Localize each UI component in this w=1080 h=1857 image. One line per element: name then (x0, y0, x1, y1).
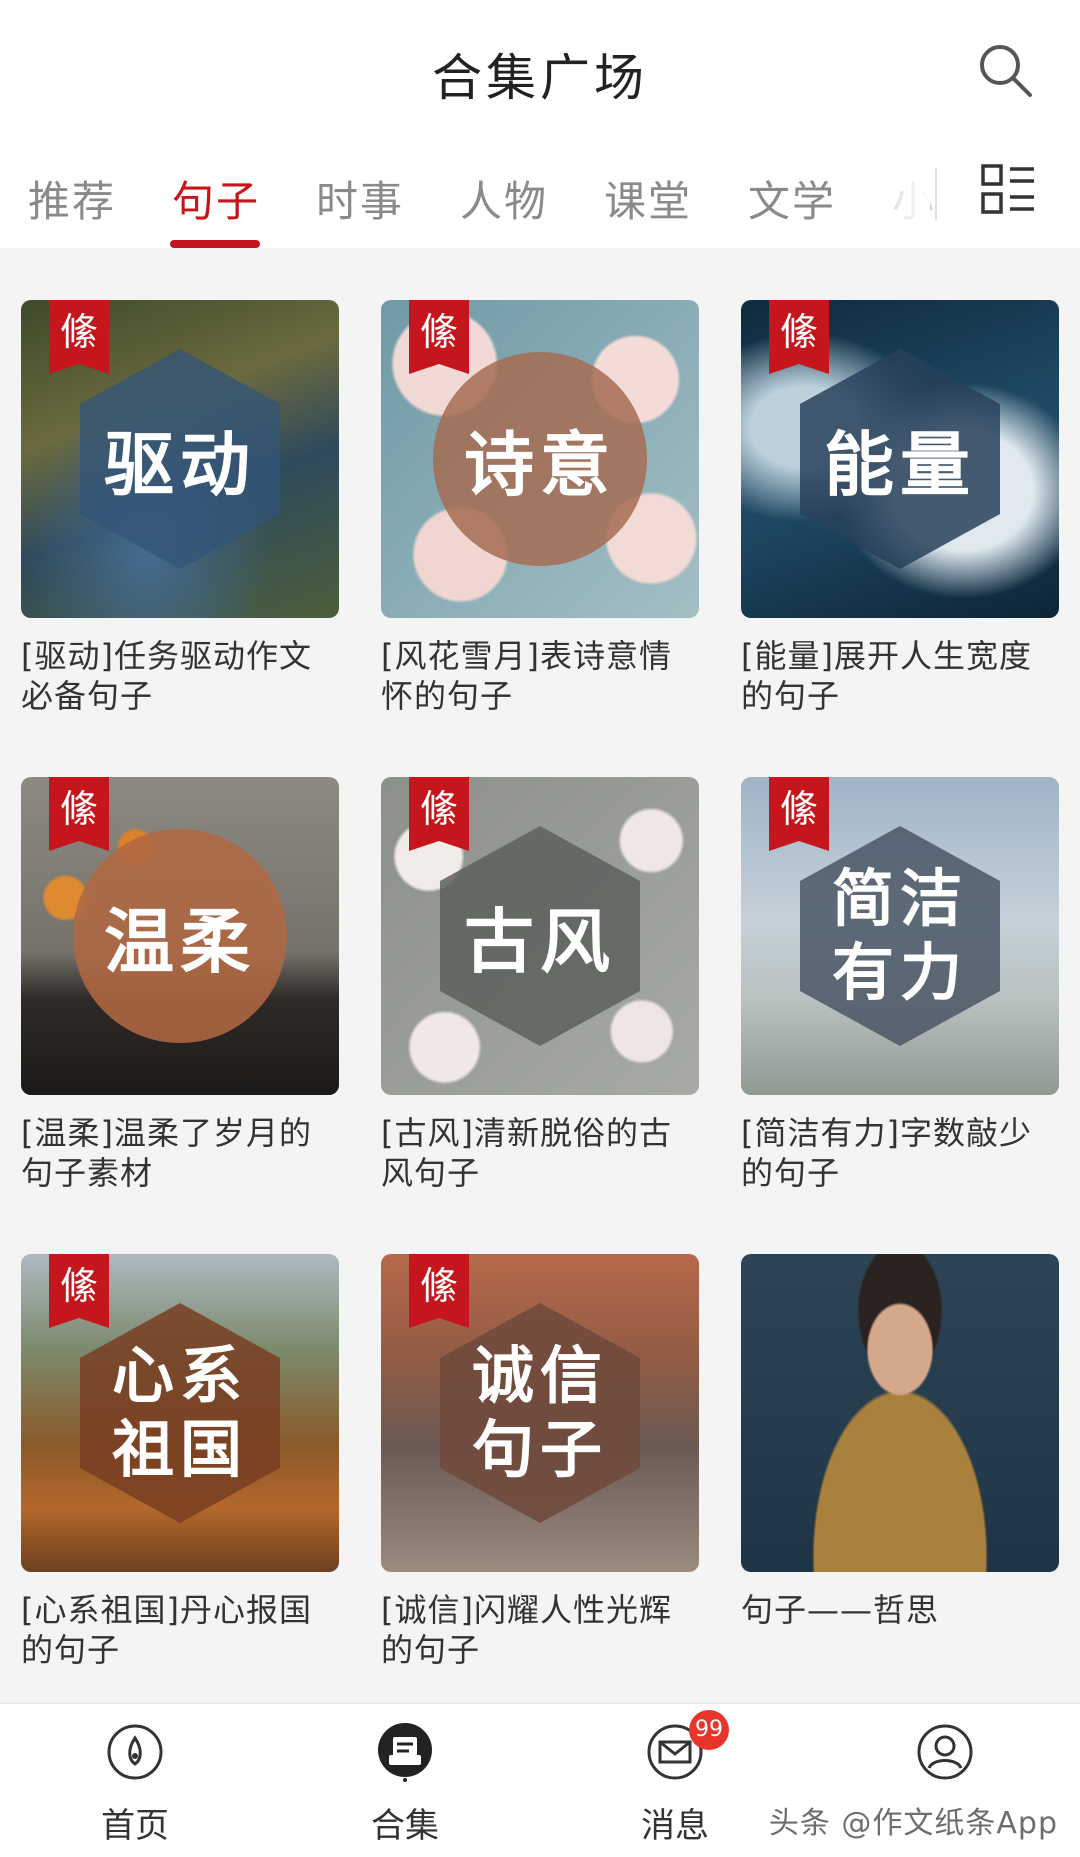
card-caption: [风花雪月]表诗意情怀的句子 (381, 637, 672, 715)
card-caption: [心系祖国]丹心报国的句子 (21, 1591, 312, 1669)
card-thumbnail: 温柔 絛 (21, 777, 339, 1095)
overlay-circle: 温柔 (73, 829, 287, 1043)
collection-card[interactable]: 诗意 絛 [风花雪月]表诗意情怀的句子 (381, 300, 699, 740)
card-thumbnail: 诗意 絛 (381, 300, 699, 618)
tab-classroom[interactable]: 课堂 (604, 168, 692, 229)
unread-badge: 99 (689, 1710, 729, 1750)
nav-label: 合集 (371, 1806, 439, 1846)
card-thumbnail: 简洁 有力 絛 (741, 777, 1059, 1095)
search-icon (980, 45, 1032, 97)
nav-collections[interactable]: 合集 (305, 1704, 505, 1857)
card-thumbnail: 古风 絛 (381, 777, 699, 1095)
active-tab-indicator (170, 240, 260, 248)
brand-badge: 絛 (769, 777, 829, 851)
card-caption: [温柔]温柔了岁月的句子素材 (21, 1114, 312, 1192)
tab-sentences[interactable]: 句子 (172, 168, 260, 229)
card-caption: [古风]清新脱俗的古风句子 (381, 1114, 672, 1192)
app-root: 合集广场 推荐 句子 时事 人物 课堂 文学 小 (0, 0, 1080, 1857)
overlay-line: 句子 (471, 1413, 608, 1486)
collection-card[interactable]: 心系 祖国 絛 [心系祖国]丹心报国的句子 (21, 1254, 339, 1694)
card-thumbnail (741, 1254, 1059, 1572)
brand-badge: 絛 (409, 1254, 469, 1328)
card-overlay-title: 温柔 (104, 899, 256, 983)
tab-recommend[interactable]: 推荐 (28, 168, 116, 229)
brand-badge: 絛 (769, 300, 829, 374)
tab-literature[interactable]: 文学 (748, 168, 836, 229)
overlay-line: 诚信 (471, 1339, 608, 1412)
card-thumbnail: 能量 絛 (741, 300, 1059, 618)
collection-icon (378, 1723, 432, 1782)
card-caption: [简洁有力]字数敲少的句子 (741, 1114, 1032, 1192)
overlay-line: 简洁 (831, 862, 968, 935)
tab-fade (880, 140, 930, 248)
collection-card[interactable]: 古风 絛 [古风]清新脱俗的古风句子 (381, 777, 699, 1217)
collection-grid: 驱动 絛 [驱动]任务驱动作文必备句子 诗意 絛 [风花雪月]表诗意情怀的句子 … (0, 248, 1080, 1703)
collection-card[interactable]: 驱动 絛 [驱动]任务驱动作文必备句子 (21, 300, 339, 740)
card-thumbnail: 驱动 絛 (21, 300, 339, 618)
compass-icon (107, 1724, 163, 1780)
nav-messages[interactable]: 99 消息 (575, 1704, 775, 1857)
brand-badge: 絛 (49, 300, 109, 374)
overlay-circle: 诗意 (433, 352, 647, 566)
brand-badge: 絛 (409, 300, 469, 374)
brand-badge: 絛 (49, 777, 109, 851)
overlay-line: 有力 (831, 936, 968, 1009)
tab-people[interactable]: 人物 (460, 168, 548, 229)
watermark: 头条 @作文纸条App (768, 1806, 1058, 1841)
profile-icon (917, 1724, 973, 1780)
card-thumbnail: 心系 祖国 絛 (21, 1254, 339, 1572)
nav-label: 消息 (641, 1806, 709, 1846)
collection-card[interactable]: 能量 絛 [能量]展开人生宽度的句子 (741, 300, 1059, 740)
nav-home[interactable]: 首页 (35, 1704, 235, 1857)
collection-card[interactable]: 温柔 絛 [温柔]温柔了岁月的句子素材 (21, 777, 339, 1217)
overlay-line: 祖国 (111, 1413, 248, 1486)
card-caption: [驱动]任务驱动作文必备句子 (21, 637, 312, 715)
all-categories-button[interactable] (980, 162, 1036, 218)
grid-menu-icon (981, 164, 1034, 214)
card-caption: [能量]展开人生宽度的句子 (741, 637, 1032, 715)
collection-card[interactable]: 诚信 句子 絛 [诚信]闪耀人性光辉的句子 (381, 1254, 699, 1694)
card-thumbnail: 诚信 句子 絛 (381, 1254, 699, 1572)
card-caption: 句子——哲思 (741, 1591, 940, 1629)
card-caption: [诚信]闪耀人性光辉的句子 (381, 1591, 672, 1669)
brand-badge: 絛 (49, 1254, 109, 1328)
overlay-line: 心系 (111, 1339, 248, 1412)
card-overlay-title: 诗意 (464, 422, 616, 506)
search-button[interactable] (975, 40, 1035, 100)
category-tabs: 推荐 句子 时事 人物 课堂 文学 小 (0, 140, 1080, 248)
tab-current-affairs[interactable]: 时事 (316, 168, 404, 229)
page-title: 合集广场 (432, 49, 648, 107)
nav-label: 首页 (101, 1806, 169, 1846)
header: 合集广场 (0, 0, 1080, 140)
tab-divider (935, 168, 937, 220)
brand-badge: 絛 (409, 777, 469, 851)
collection-card[interactable]: 句子——哲思 (741, 1254, 1059, 1694)
collection-card[interactable]: 简洁 有力 絛 [简洁有力]字数敲少的句子 (741, 777, 1059, 1217)
